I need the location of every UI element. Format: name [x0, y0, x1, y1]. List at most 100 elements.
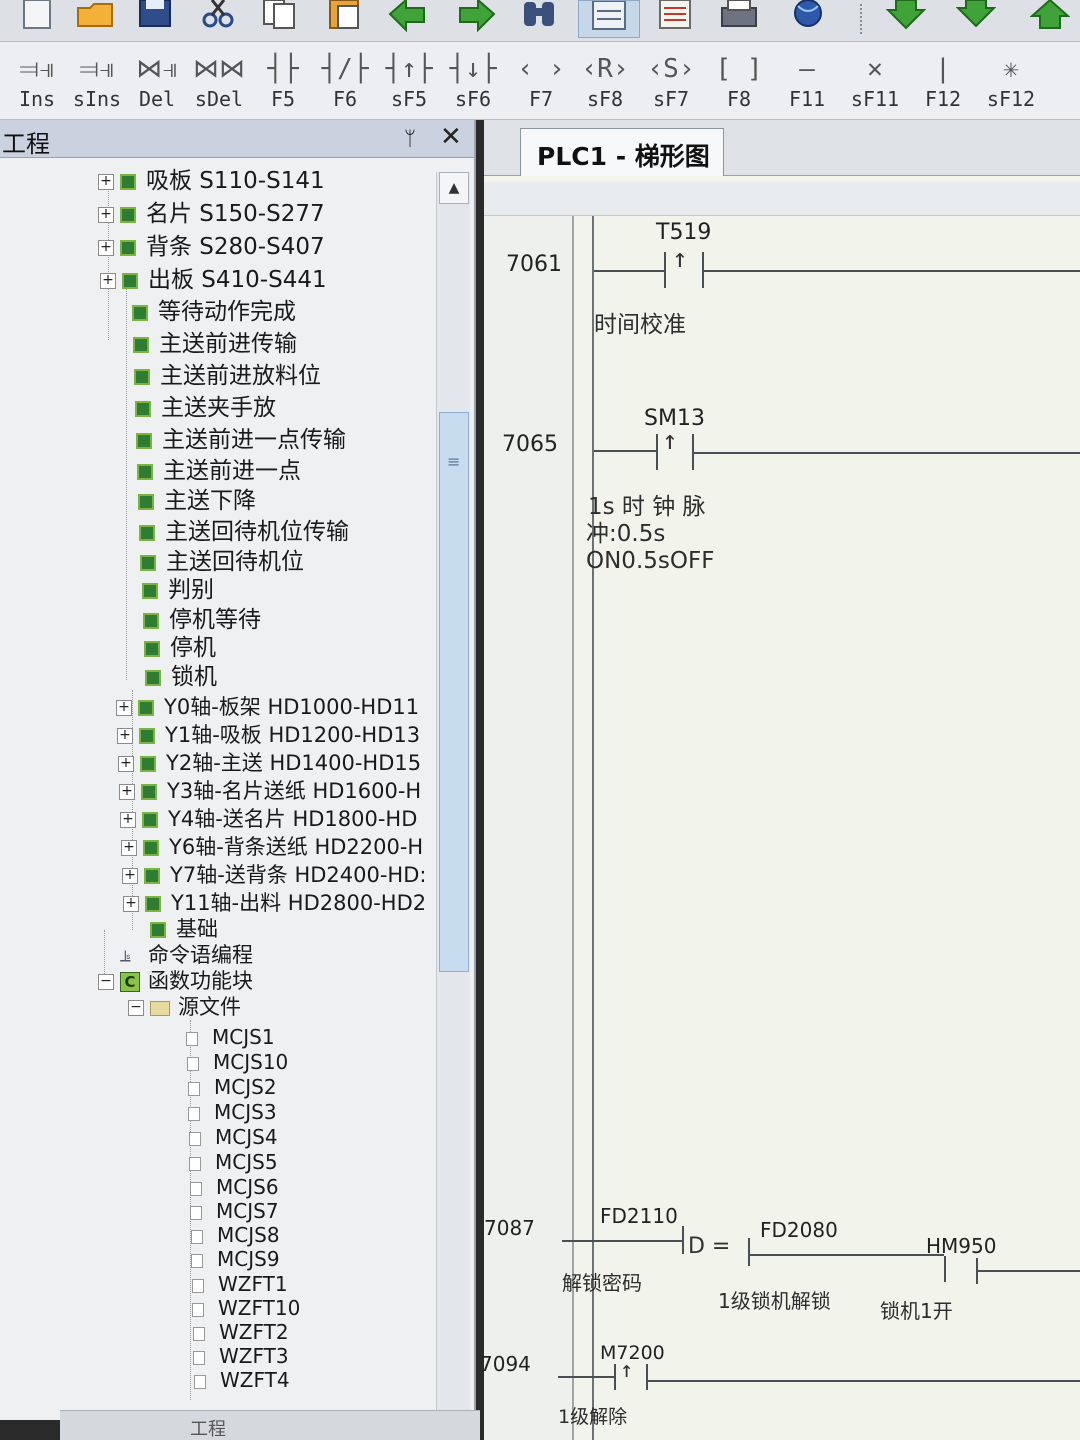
delete-vline-tool[interactable]: ✳ sF12 [978, 50, 1044, 116]
tree-item[interactable]: 主送前进一点传输 [136, 425, 346, 455]
no-contact-tool[interactable]: ┤├ F5 [250, 50, 316, 116]
tree-item[interactable]: 停机等待 [143, 605, 261, 635]
hline-tool[interactable]: — F11 [774, 50, 840, 116]
tree-item-label: MCJS4 [215, 1125, 278, 1149]
tree-item[interactable]: 主送前进放料位 [134, 361, 321, 391]
back-arrow-icon[interactable] [388, 0, 428, 34]
pin-icon[interactable]: ᛘ [404, 126, 416, 150]
expand-icon[interactable]: + [120, 812, 136, 828]
open-folder-icon[interactable] [76, 0, 116, 34]
project-pane-scrollbar[interactable]: ▲ ≡ [436, 172, 470, 1412]
tab-project[interactable]: 工程 [190, 1415, 226, 1440]
delete-hline-tool[interactable]: ✕ sF11 [842, 50, 908, 116]
tree-item[interactable]: 判别 [142, 575, 214, 605]
tool-key-label: sDel [194, 87, 244, 111]
expand-icon[interactable]: + [118, 756, 134, 772]
nc-contact-tool[interactable]: ┤/├ F6 [312, 50, 378, 116]
expand-icon[interactable]: + [98, 206, 114, 223]
save-icon[interactable] [136, 0, 176, 34]
copy-icon[interactable] [260, 0, 300, 34]
collapse-icon[interactable]: − [98, 974, 114, 990]
source-folder-item[interactable]: − 源文件 [128, 992, 241, 1022]
tree-item[interactable]: 等待动作完成 [132, 297, 296, 327]
tree-item-label: 主送前进一点传输 [162, 427, 346, 453]
list-view-icon[interactable] [656, 0, 696, 34]
folder-icon [150, 1000, 170, 1016]
expand-icon[interactable]: + [98, 173, 114, 190]
tree-item[interactable]: + Y2轴-主送 HD1400-HD15 [118, 748, 421, 778]
file-icon [191, 1253, 203, 1268]
reset-coil-tool[interactable]: ‹R› sF8 [572, 50, 638, 116]
expand-icon[interactable]: + [122, 868, 138, 884]
tree-item[interactable]: + Y6轴-背条送纸 HD2200-H [121, 832, 423, 862]
new-icon[interactable] [18, 0, 58, 34]
scroll-thumb[interactable] [439, 412, 469, 972]
program-block-icon [140, 756, 156, 772]
collapse-icon[interactable]: − [128, 1000, 144, 1016]
tree-item[interactable]: 主送前进一点 [137, 456, 301, 486]
tree-item[interactable]: + 背条 S280-S407 [98, 232, 325, 262]
tool-key-label: F5 [270, 87, 296, 111]
contact-address[interactable]: T519 [656, 220, 711, 245]
tree-item[interactable]: + Y1轴-吸板 HD1200-HD13 [117, 720, 420, 750]
source-file-item[interactable]: WZFT4 [194, 1365, 290, 1395]
tree-item[interactable]: + 出板 S410-S441 [100, 265, 327, 295]
expand-icon[interactable]: + [119, 784, 135, 800]
close-icon[interactable]: ✕ [440, 122, 462, 152]
rung-wire [594, 450, 656, 452]
print-icon[interactable] [720, 0, 760, 34]
insert-row-tool[interactable]: ⫤⫣ Ins [4, 50, 70, 116]
rung-wire [558, 1376, 614, 1378]
forward-arrow-icon[interactable] [456, 0, 496, 34]
help-globe-icon[interactable] [788, 0, 828, 34]
expand-icon[interactable]: + [117, 728, 133, 744]
set-coil-tool[interactable]: ‹S› sF7 [638, 50, 704, 116]
upload-arrow-icon[interactable] [1029, 0, 1071, 34]
tree-item[interactable]: 锁机 [145, 662, 217, 692]
tree-item[interactable]: + Y7轴-送背条 HD2400-HD: [122, 860, 426, 890]
paste-icon[interactable] [326, 0, 366, 34]
tree-item[interactable]: + 名片 S150-S277 [98, 199, 325, 229]
falling-edge-tool[interactable]: ┤↓├ sF6 [440, 50, 506, 116]
contact-address[interactable]: HM950 [926, 1234, 996, 1258]
compare-operand[interactable]: FD2080 [760, 1218, 838, 1242]
tree-item[interactable]: 主送回待机位 [140, 547, 304, 577]
tree-item[interactable]: 主送前进传输 [133, 329, 297, 359]
expand-icon[interactable]: + [123, 896, 139, 912]
rising-edge-tool[interactable]: ┤↑├ sF5 [376, 50, 442, 116]
vline-tool[interactable]: | F12 [910, 50, 976, 116]
tree-item[interactable]: + 吸板 S110-S141 [98, 166, 325, 196]
download-arrow-icon[interactable] [885, 0, 927, 34]
instruction-tool[interactable]: [ ] F8 [706, 50, 772, 116]
tree-item-label: MCJS1 [212, 1025, 275, 1049]
tree-item[interactable]: 主送下降 [138, 486, 256, 516]
download-all-arrow-icon[interactable] [955, 0, 997, 34]
cut-icon[interactable] [198, 0, 238, 34]
shift-delete-tool[interactable]: ⋈⋈ sDel [186, 50, 252, 116]
tree-item-label: 源文件 [178, 995, 241, 1019]
tree-item[interactable]: + Y0轴-板架 HD1000-HD11 [116, 692, 419, 722]
tree-item[interactable]: + Y4轴-送名片 HD1800-HD [120, 804, 417, 834]
find-binoculars-icon[interactable] [520, 0, 560, 34]
coil-tool[interactable]: ‹ › F7 [508, 50, 574, 116]
program-block-icon [143, 840, 159, 856]
tab-plc1-ladder[interactable]: PLC1 - 梯形图 [520, 128, 724, 176]
expand-icon[interactable]: + [116, 700, 132, 716]
editor-column-ruler [484, 182, 1080, 216]
delete-row-tool[interactable]: ⋈⫣ Del [124, 50, 190, 116]
scroll-grip-icon: ≡ [447, 452, 461, 471]
expand-icon[interactable]: + [100, 272, 116, 289]
tree-item[interactable]: 主送夹手放 [135, 393, 276, 423]
expand-icon[interactable]: + [98, 239, 114, 256]
tree-item[interactable]: 主送回待机位传输 [139, 517, 349, 547]
expand-icon[interactable]: + [121, 840, 137, 856]
scroll-up-arrow-icon[interactable]: ▲ [439, 172, 469, 204]
ladder-view-icon[interactable] [578, 0, 640, 38]
project-pane-title: 工程 [2, 130, 50, 158]
file-icon [188, 1081, 200, 1096]
tree-item[interactable]: 停机 [144, 633, 216, 663]
tree-item[interactable]: + Y3轴-名片送纸 HD1600-H [119, 776, 421, 806]
program-block-icon [120, 239, 136, 256]
compare-operand[interactable]: FD2110 [600, 1204, 678, 1228]
shift-insert-tool[interactable]: ⫤⫣ sIns [64, 50, 130, 116]
